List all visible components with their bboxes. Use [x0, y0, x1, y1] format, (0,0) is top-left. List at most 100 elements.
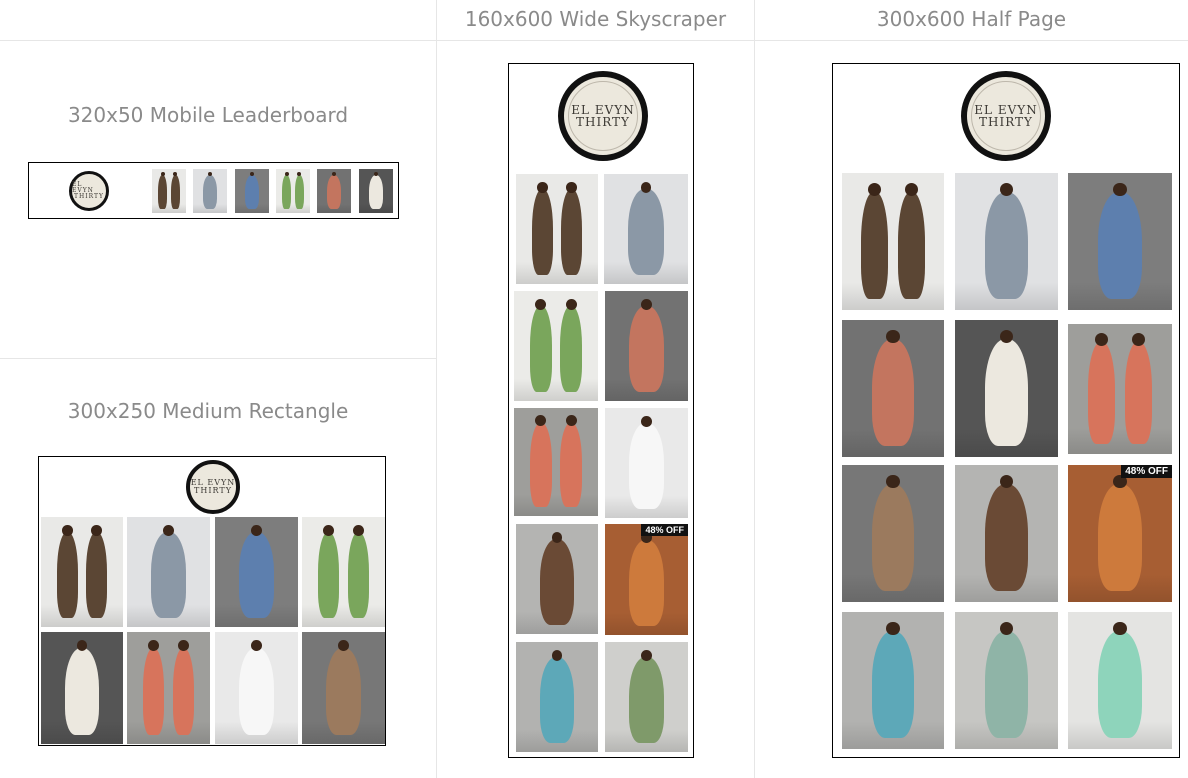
- product-photo[interactable]: [842, 465, 944, 602]
- product-photo[interactable]: [1068, 173, 1172, 310]
- skyscraper-ad[interactable]: EL EVYN THIRTY 48% OFF: [508, 63, 694, 758]
- model-silhouette: [560, 423, 583, 508]
- product-photo[interactable]: [842, 612, 944, 749]
- model-silhouette: [629, 306, 664, 393]
- model-silhouette: [86, 532, 108, 619]
- model-head: [323, 524, 334, 536]
- halfpage-ad[interactable]: EL EVYN THIRTY 48% OFF: [832, 63, 1180, 758]
- model-silhouette: [984, 192, 1029, 300]
- product-photo[interactable]: 48% OFF: [1068, 465, 1172, 602]
- product-photo[interactable]: [359, 169, 393, 213]
- product-photo[interactable]: [1068, 612, 1172, 749]
- product-photo[interactable]: [317, 169, 351, 213]
- model-silhouette: [56, 532, 78, 619]
- product-photo[interactable]: [41, 517, 123, 627]
- model-silhouette: [64, 647, 100, 736]
- model-silhouette: [317, 532, 340, 619]
- product-photo[interactable]: [152, 169, 186, 213]
- model-silhouette: [629, 539, 664, 627]
- model-silhouette: [1098, 192, 1142, 300]
- logo-line-2: THIRTY: [576, 115, 630, 129]
- product-photo[interactable]: [516, 524, 598, 634]
- column-divider: [436, 0, 437, 778]
- product-photo[interactable]: [842, 320, 944, 457]
- product-photo[interactable]: [955, 173, 1058, 310]
- discount-badge: 48% OFF: [641, 524, 688, 536]
- model-silhouette: [871, 339, 915, 447]
- product-photo[interactable]: [215, 632, 298, 744]
- model-silhouette: [368, 175, 384, 210]
- model-silhouette: [142, 647, 165, 736]
- product-photo[interactable]: [605, 291, 688, 401]
- model-silhouette: [560, 306, 583, 393]
- model-head: [551, 649, 563, 661]
- model-silhouette: [1098, 484, 1142, 592]
- model-silhouette: [326, 647, 361, 736]
- product-photo[interactable]: [235, 169, 269, 213]
- product-photo[interactable]: [302, 632, 385, 744]
- product-photo[interactable]: [955, 465, 1058, 602]
- model-head: [76, 640, 88, 651]
- model-head: [640, 181, 652, 193]
- model-silhouette: [1098, 631, 1142, 739]
- product-photo[interactable]: [276, 169, 310, 213]
- logo-line-2: THIRTY: [194, 486, 232, 495]
- model-head: [886, 474, 900, 489]
- halfpage-label: 300x600 Half Page: [876, 7, 1067, 31]
- model-silhouette: [629, 657, 664, 744]
- product-photo[interactable]: [605, 642, 688, 752]
- product-photo[interactable]: [302, 517, 385, 627]
- model-silhouette: [202, 175, 218, 210]
- product-photo[interactable]: [193, 169, 227, 213]
- product-photo[interactable]: 48% OFF: [605, 524, 688, 635]
- model-head: [551, 531, 563, 543]
- leaderboard-label: 320x50 Mobile Leaderboard: [67, 103, 349, 127]
- product-photo[interactable]: [955, 612, 1058, 749]
- model-head: [641, 649, 652, 661]
- product-photo[interactable]: [127, 632, 210, 744]
- product-photo[interactable]: [516, 174, 598, 284]
- model-head: [178, 640, 189, 651]
- model-head: [338, 640, 349, 651]
- product-photo[interactable]: [955, 320, 1058, 457]
- model-silhouette: [539, 539, 575, 626]
- skyscraper-label: 160x600 Wide Skyscraper: [464, 7, 727, 31]
- model-head: [91, 524, 103, 536]
- model-silhouette: [1125, 342, 1153, 444]
- model-silhouette: [347, 532, 370, 619]
- model-silhouette: [151, 532, 186, 619]
- product-photo[interactable]: [516, 642, 598, 752]
- model-head: [251, 640, 262, 651]
- product-photo[interactable]: [514, 408, 598, 516]
- model-silhouette: [244, 175, 260, 210]
- model-silhouette: [628, 189, 664, 276]
- model-silhouette: [871, 484, 915, 592]
- model-head: [565, 415, 577, 427]
- product-photo[interactable]: [1068, 324, 1172, 454]
- leaderboard-ad[interactable]: EL EVYN THIRTY: [28, 162, 399, 219]
- model-head: [565, 298, 577, 310]
- logo-line-2: THIRTY: [74, 193, 104, 200]
- model-silhouette: [871, 631, 915, 739]
- model-silhouette: [529, 306, 552, 393]
- rectangle-ad[interactable]: EL EVYN THIRTY: [38, 456, 386, 746]
- product-photo[interactable]: [605, 408, 688, 518]
- column-divider: [754, 0, 755, 778]
- model-head: [535, 298, 547, 310]
- product-photo[interactable]: [41, 632, 123, 744]
- logo-line-2: THIRTY: [979, 115, 1033, 129]
- product-photo[interactable]: [215, 517, 298, 627]
- product-photo[interactable]: [604, 174, 688, 284]
- model-silhouette: [239, 532, 274, 619]
- rectangle-label: 300x250 Medium Rectangle: [67, 399, 349, 423]
- model-silhouette: [294, 175, 304, 210]
- product-photo[interactable]: [842, 173, 944, 310]
- model-silhouette: [861, 192, 888, 300]
- model-silhouette: [158, 175, 168, 210]
- row-divider: [0, 40, 1188, 41]
- product-photo[interactable]: [514, 291, 598, 401]
- model-silhouette: [326, 175, 342, 210]
- discount-badge: 48% OFF: [1121, 465, 1172, 478]
- product-photo[interactable]: [127, 517, 210, 627]
- model-head: [536, 181, 548, 193]
